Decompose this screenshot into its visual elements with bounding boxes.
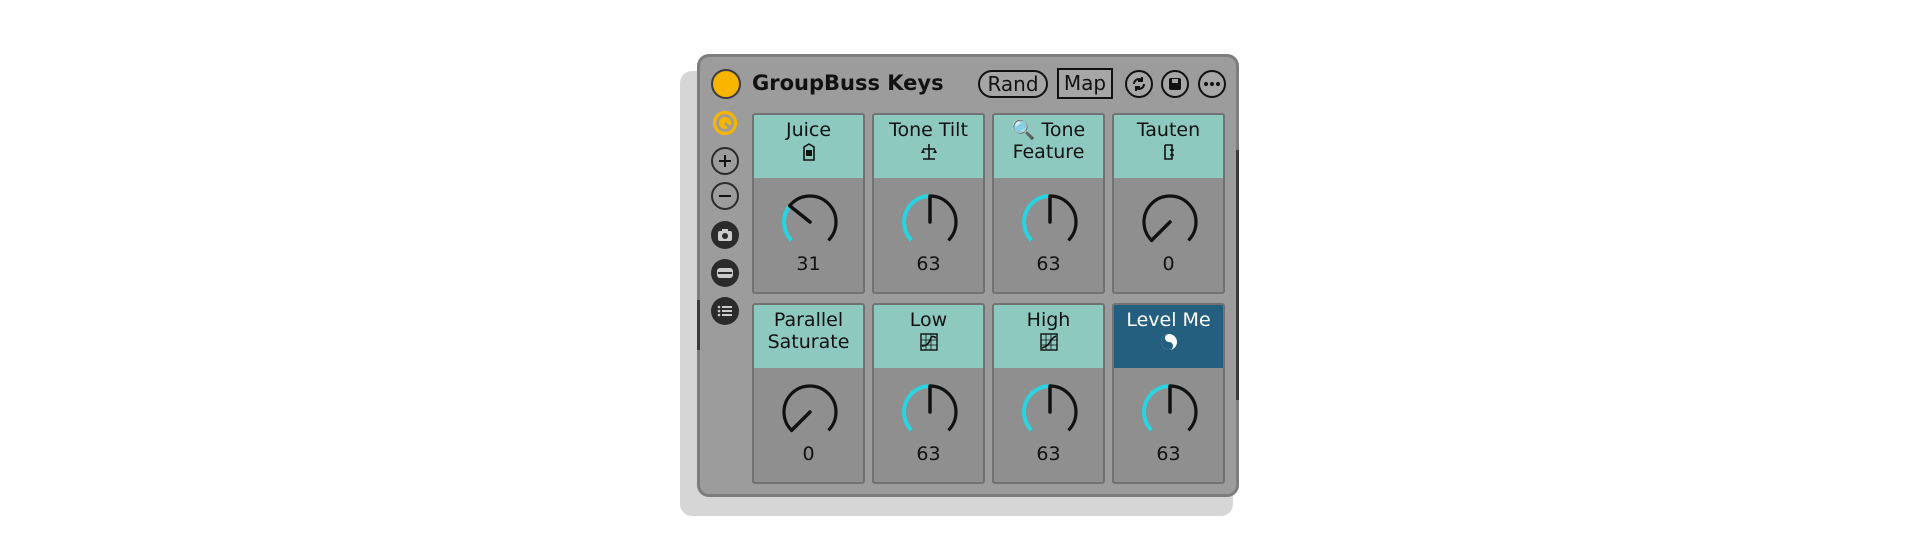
macro-cell[interactable]: Level Me 63 (1112, 303, 1225, 484)
macro-cell[interactable]: Parallel Saturate 0 (752, 303, 865, 484)
more-button[interactable] (1198, 70, 1226, 98)
macro-value: 63 (916, 443, 941, 465)
show-mappings-button[interactable] (711, 259, 739, 287)
macro-label: Juice (785, 119, 832, 141)
macro-label: Tone Tilt (889, 119, 968, 141)
remove-macro-button[interactable] (711, 182, 739, 210)
macro-value: 63 (1036, 443, 1061, 465)
macro-knob[interactable] (778, 380, 842, 444)
knob-pointer (787, 203, 812, 224)
macro-variation-icon (712, 110, 738, 136)
macro-knob[interactable] (778, 190, 842, 254)
macro-header[interactable]: Tone Tilt (874, 115, 983, 178)
macro-header[interactable]: Parallel Saturate (754, 305, 863, 368)
macro-header[interactable]: Low (874, 305, 983, 368)
knob-value-arc (1022, 384, 1051, 432)
knob-value-arc (1142, 384, 1171, 432)
macro-label: Level Me (1126, 309, 1211, 331)
more-icon (1204, 82, 1220, 86)
macro-cell[interactable]: Juice 31 (752, 113, 865, 294)
knob-value-arc (782, 204, 794, 242)
knob-track (1142, 194, 1198, 242)
macro-grid: Juice 31 Tone Tilt 63 🔍 Tone Feature 63 Tauten… (752, 113, 1232, 484)
juice-carton-icon (802, 143, 815, 161)
macro-header[interactable]: Juice (754, 115, 863, 178)
title-bar[interactable]: GroupBuss Keys Rand Map (700, 57, 1236, 107)
yin-yang-icon (1160, 334, 1177, 350)
knob-pointer (789, 410, 812, 433)
high-eq-icon (1039, 333, 1058, 351)
macro-value: 31 (796, 253, 821, 275)
save-icon (1169, 78, 1181, 90)
macro-header[interactable]: 🔍 Tone Feature (994, 115, 1103, 178)
right-edge-marker (1236, 150, 1239, 400)
macro-knob[interactable] (1138, 190, 1202, 254)
low-eq-icon (919, 333, 938, 351)
macro-value: 0 (1162, 253, 1175, 275)
scale-icon (920, 144, 937, 160)
macro-cell[interactable]: 🔍 Tone Feature 63 (992, 113, 1105, 294)
device-power-button[interactable] (711, 69, 741, 99)
remove-icon (719, 195, 731, 197)
knob-track (782, 194, 838, 242)
macro-header[interactable]: High (994, 305, 1103, 368)
list-button[interactable] (711, 297, 739, 325)
knob-value-arc (902, 384, 931, 432)
add-icon (719, 155, 731, 167)
macro-label: Tauten (1136, 119, 1201, 141)
left-edge-marker (697, 300, 700, 350)
refresh-button[interactable] (1125, 70, 1153, 98)
macro-label: 🔍 Tone Feature (1011, 119, 1086, 163)
snapshot-button[interactable] (711, 221, 739, 249)
macro-cell[interactable]: Tone Tilt 63 (872, 113, 985, 294)
knob-pointer (1149, 220, 1172, 243)
macro-label: Parallel Saturate (767, 309, 850, 353)
macro-sidebar (700, 107, 748, 494)
knob-track (782, 384, 838, 432)
macro-cell[interactable]: Tauten 0 (1112, 113, 1225, 294)
device-panel: GroupBuss Keys Rand Map Juice 31 Tone Ti… (697, 54, 1239, 497)
save-button[interactable] (1161, 70, 1189, 98)
macro-value: 63 (1036, 253, 1061, 275)
macro-header[interactable]: Level Me (1114, 305, 1223, 368)
macro-header[interactable]: Tauten (1114, 115, 1223, 178)
macro-knob[interactable] (1018, 380, 1082, 444)
macro-label: High (1026, 309, 1071, 331)
knob-value-arc (1022, 194, 1051, 242)
macro-variation-button[interactable] (711, 109, 739, 137)
add-macro-button[interactable] (711, 147, 739, 175)
clamp-icon (1163, 144, 1174, 160)
list-icon (717, 305, 732, 317)
macro-value: 63 (916, 253, 941, 275)
macro-cell[interactable]: High 63 (992, 303, 1105, 484)
map-button[interactable]: Map (1057, 68, 1113, 99)
knob-value-arc (902, 194, 931, 242)
rand-button[interactable]: Rand (978, 70, 1048, 98)
macro-value: 0 (802, 443, 815, 465)
macro-knob[interactable] (898, 380, 962, 444)
macro-knob[interactable] (898, 190, 962, 254)
show-mappings-icon (717, 268, 733, 278)
macro-knob[interactable] (1018, 190, 1082, 254)
macro-label: Low (909, 309, 948, 331)
refresh-icon (1133, 77, 1145, 91)
macro-value: 63 (1156, 443, 1181, 465)
snapshot-icon (718, 229, 732, 241)
macro-cell[interactable]: Low 63 (872, 303, 985, 484)
macro-knob[interactable] (1138, 380, 1202, 444)
device-title: GroupBuss Keys (752, 71, 944, 95)
